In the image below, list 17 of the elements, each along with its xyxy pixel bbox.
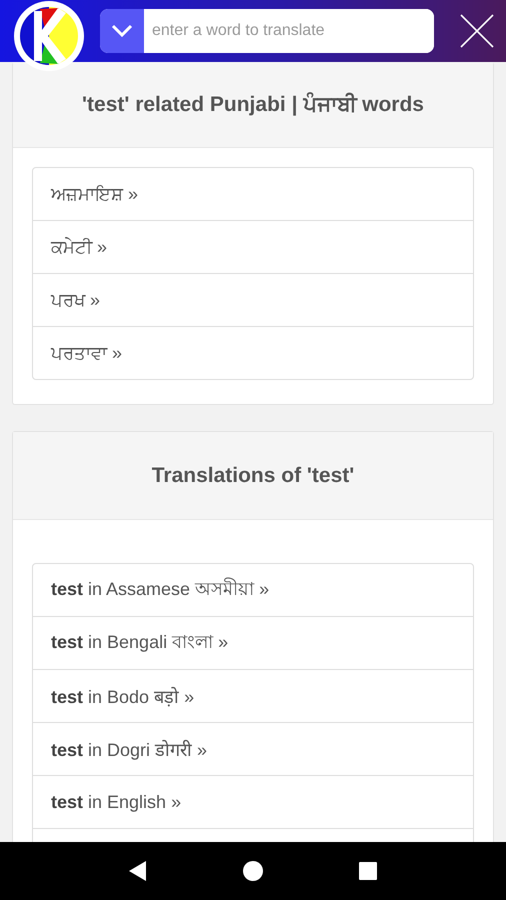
home-icon[interactable] xyxy=(240,859,265,883)
related-word-link[interactable]: ਕਮੇਟੀ » xyxy=(33,220,473,273)
translation-link[interactable]: test in Dogri डोगरी » xyxy=(33,722,473,775)
related-word-link[interactable]: ਪਰਖ » xyxy=(33,273,473,326)
card-title: 'test' related Punjabi | ਪੰਜਾਬੀ words xyxy=(82,92,424,116)
related-word-link[interactable]: ਅਜ਼ਮਾਇਸ਼ » xyxy=(33,168,473,220)
search-field[interactable]: enter a word to translate xyxy=(100,9,434,53)
translation-link[interactable]: test in Assamese অসমীয়া » xyxy=(33,564,473,616)
translation-link[interactable]: test in Bengali বাংলা » xyxy=(33,616,473,669)
related-word-link[interactable]: ਪਰਤਾਵਾ » xyxy=(33,326,473,379)
translation-link[interactable]: test in Bodo बड़ो » xyxy=(33,669,473,722)
chevron-down-icon xyxy=(111,24,133,38)
translation-link[interactable]: test in English » xyxy=(33,775,473,828)
app-logo[interactable] xyxy=(12,0,86,73)
language-dropdown[interactable] xyxy=(100,9,144,53)
card-title: Translations of 'test' xyxy=(152,464,354,488)
close-icon xyxy=(460,14,494,48)
